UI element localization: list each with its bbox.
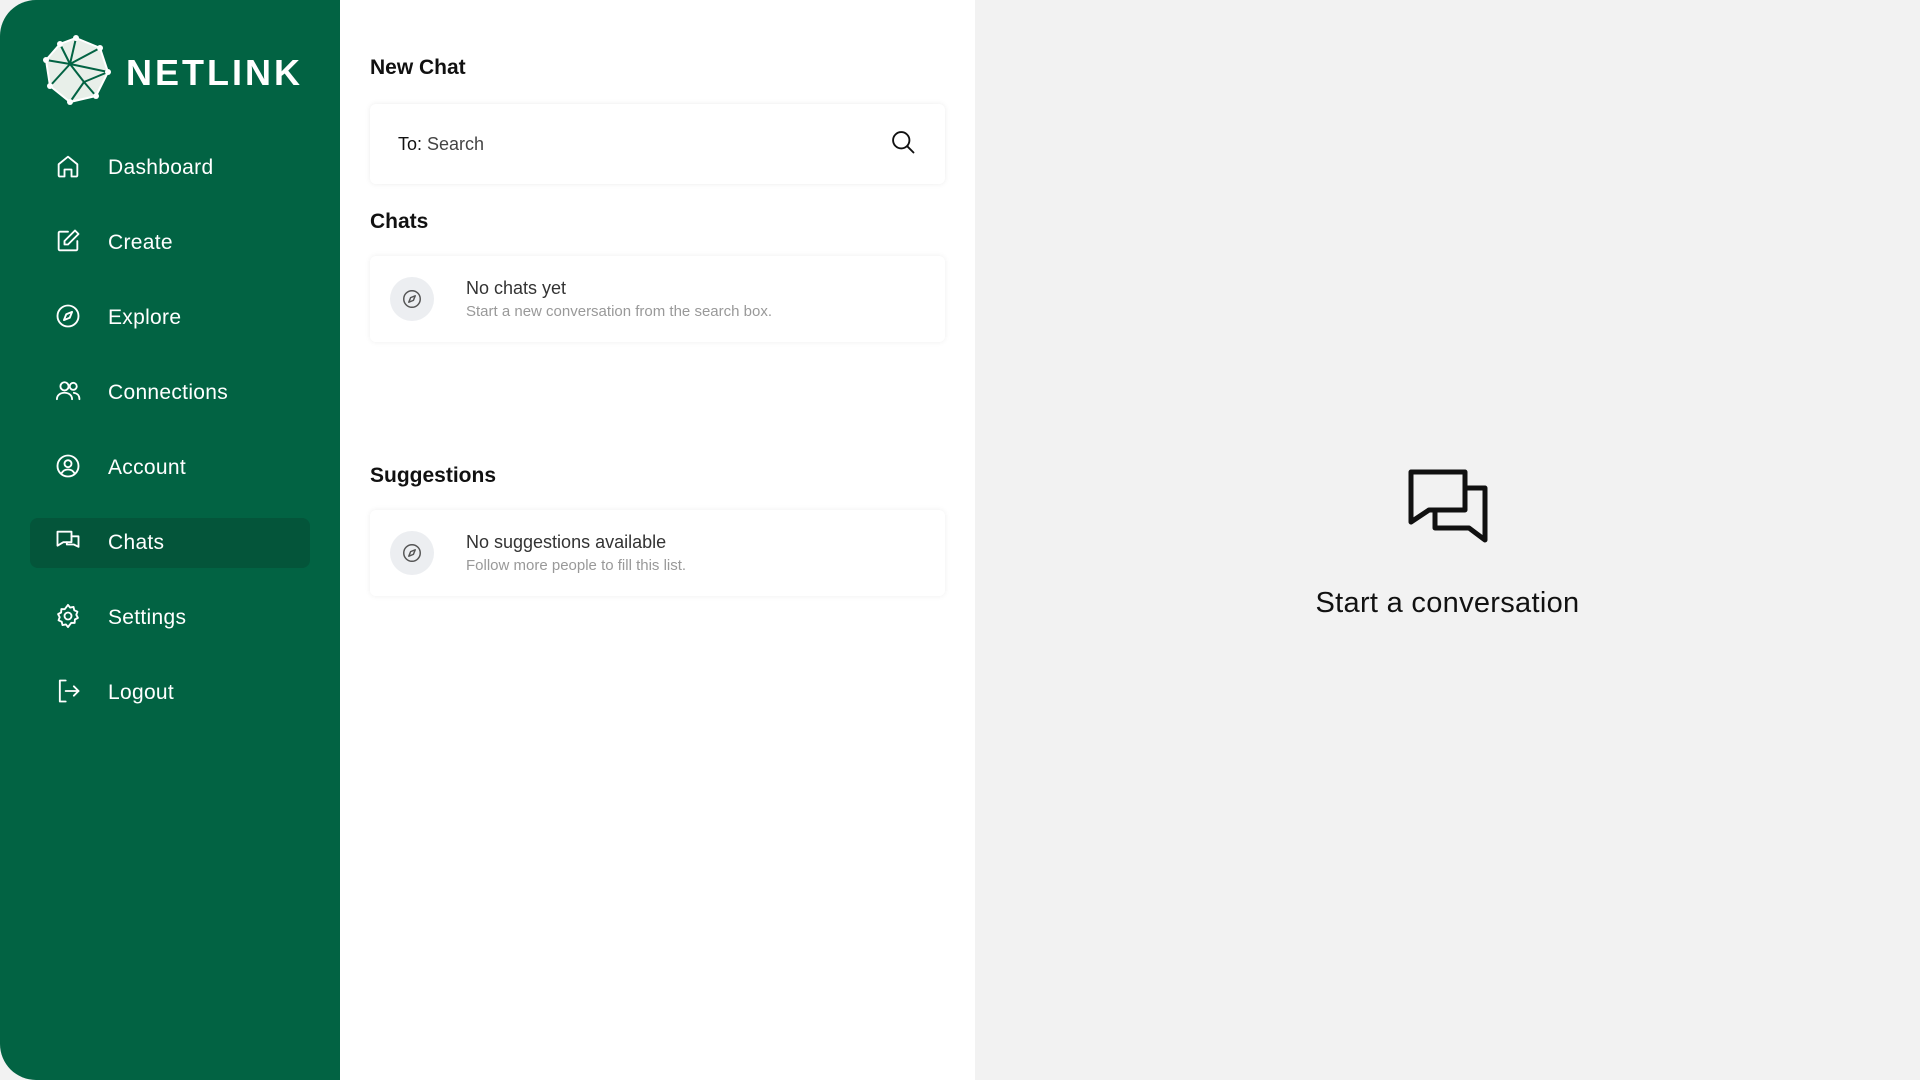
sidebar-item-label: Create [108,231,173,254]
sidebar-item-label: Connections [108,381,229,404]
logout-icon [54,677,82,710]
to-label: To: [398,133,423,154]
sidebar-nav: Dashboard Create Explore Connections Acc… [30,143,310,718]
chats-title: Chats [370,210,429,233]
gear-icon [54,602,82,635]
sidebar-item-label: Explore [108,306,182,329]
brand[interactable]: NETLINK [40,34,310,111]
search-icon[interactable] [889,128,917,161]
suggestions-title: Suggestions [370,464,497,487]
sidebar: NETLINK Dashboard Create Explore Connect… [0,0,340,1080]
users-icon [54,377,82,410]
sidebar-item-label: Settings [108,606,187,629]
suggestions-empty-subtitle: Follow more people to fill this list. [466,557,687,574]
netlink-logo-icon [40,34,112,111]
sidebar-item-explore[interactable]: Explore [30,293,310,343]
sidebar-item-chats[interactable]: Chats [30,518,310,568]
user-circle-icon [54,452,82,485]
start-conversation-title: Start a conversation [1315,587,1580,619]
sidebar-item-logout[interactable]: Logout [30,668,310,718]
app-window: NETLINK Dashboard Create Explore Connect… [0,0,1920,1080]
chats-empty-title: No chats yet [466,278,567,298]
sidebar-item-dashboard[interactable]: Dashboard [30,143,310,193]
chat-icon [54,527,82,560]
new-chat-title: New Chat [370,56,466,79]
sidebar-item-settings[interactable]: Settings [30,593,310,643]
sidebar-item-create[interactable]: Create [30,218,310,268]
conversation-panel: Start a conversation [975,0,1920,1080]
search-field-wrapper: To: [398,133,868,155]
edit-icon [54,227,82,260]
compass-icon [390,277,434,321]
suggestions-empty-text: No suggestions available Follow more peo… [466,532,686,574]
chats-empty-state: No chats yet Start a new conversation fr… [370,256,945,342]
chats-empty-subtitle: Start a new conversation from the search… [466,303,772,320]
recipient-search-box[interactable]: To: [370,104,945,184]
recipient-search-input[interactable] [427,133,868,155]
sidebar-item-label: Account [108,456,186,479]
sidebar-item-label: Chats [108,531,165,554]
sidebar-item-connections[interactable]: Connections [30,368,310,418]
suggestions-empty-title: No suggestions available [466,532,667,552]
sidebar-item-account[interactable]: Account [30,443,310,493]
sidebar-item-label: Dashboard [108,156,214,179]
suggestions-empty-state: No suggestions available Follow more peo… [370,510,945,596]
compass-icon [390,531,434,575]
compass-icon [54,302,82,335]
chat-bubbles-icon [1407,468,1489,551]
sidebar-item-label: Logout [108,681,175,704]
brand-name: NETLINK [126,51,303,93]
chat-list-panel: New Chat To: Chats No cha [340,0,975,1080]
chats-empty-text: No chats yet Start a new conversation fr… [466,278,772,320]
home-icon [54,152,82,185]
